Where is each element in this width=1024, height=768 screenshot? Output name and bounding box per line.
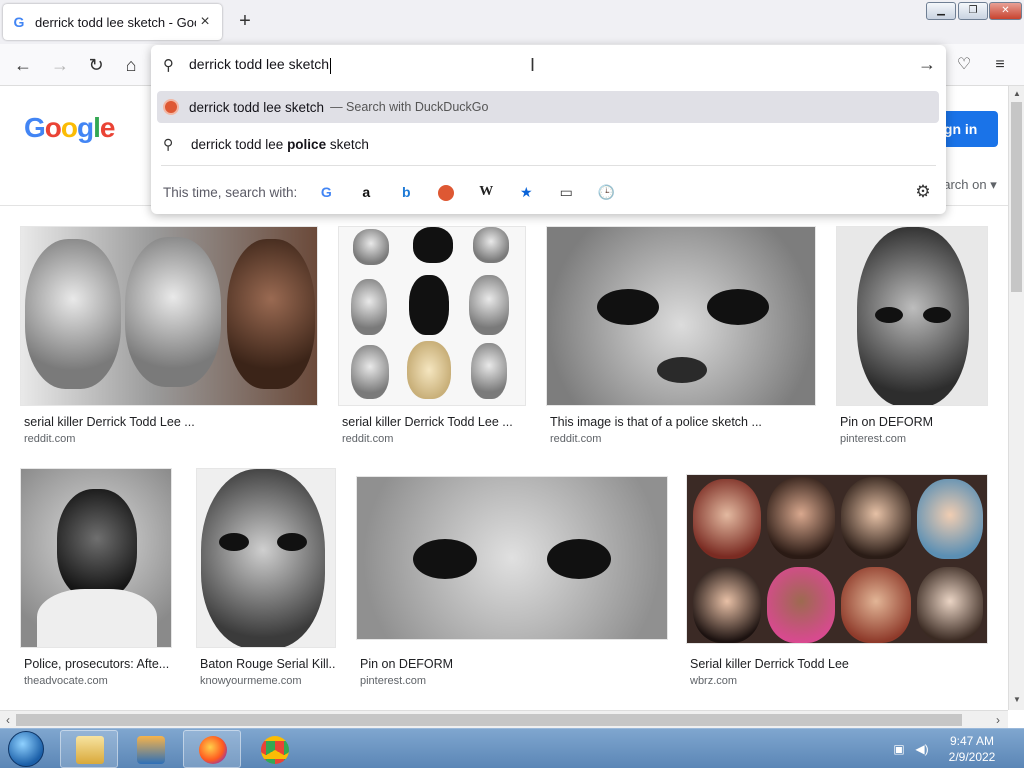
- horizontal-scrollbar[interactable]: ‹ ›: [0, 710, 1008, 728]
- result-source[interactable]: theadvocate.com: [24, 675, 108, 687]
- google-engine-icon[interactable]: G: [315, 181, 337, 203]
- taskbar-file-explorer[interactable]: [60, 730, 118, 768]
- media-player-icon: [137, 736, 165, 764]
- text-cursor-icon: I: [530, 55, 536, 75]
- search-icon: ⚲: [163, 135, 174, 152]
- result-source[interactable]: wbrz.com: [690, 675, 737, 687]
- result-thumbnail[interactable]: [356, 476, 668, 640]
- volume-icon[interactable]: ◀): [912, 729, 932, 768]
- suggestion-text: derrick todd lee sketch: [189, 99, 325, 115]
- result-thumbnail[interactable]: [196, 468, 336, 648]
- reload-button[interactable]: ↻: [83, 52, 109, 78]
- duckduckgo-engine-icon[interactable]: [435, 181, 457, 203]
- restore-button[interactable]: ❐: [958, 2, 988, 20]
- url-input-text: derrick todd lee sketch: [189, 56, 330, 73]
- result-source[interactable]: reddit.com: [24, 433, 75, 445]
- suggestion-duckduckgo[interactable]: derrick todd lee sketch — Search with Du…: [157, 91, 939, 123]
- pocket-icon[interactable]: ♡: [951, 52, 977, 78]
- minimize-button[interactable]: ▁: [926, 2, 956, 20]
- horizontal-scroll-thumb[interactable]: [16, 714, 962, 726]
- scroll-down-icon[interactable]: ▼: [1009, 692, 1024, 708]
- one-off-label: This time, search with:: [163, 184, 298, 200]
- tabs-icon[interactable]: ▭: [555, 181, 577, 203]
- image-result[interactable]: Pin on DEFORM pinterest.com: [836, 226, 988, 446]
- bing-engine-icon[interactable]: b: [395, 181, 417, 203]
- result-caption[interactable]: Pin on DEFORM: [360, 657, 668, 671]
- result-caption[interactable]: This image is that of a police sketch ..…: [550, 415, 812, 429]
- scroll-left-icon[interactable]: ‹: [0, 712, 16, 728]
- result-thumbnail[interactable]: [836, 226, 988, 406]
- one-off-search-bar: This time, search with: G a b W ★ ▭ 🕒: [163, 181, 635, 203]
- menu-icon[interactable]: ≡: [987, 52, 1013, 78]
- url-bar-dropdown: ⚲ derrick todd lee sketch I → derrick to…: [151, 45, 946, 214]
- vertical-scroll-thumb[interactable]: [1011, 102, 1022, 292]
- result-caption[interactable]: Police, prosecutors: Afte...: [24, 657, 172, 671]
- go-arrow-icon[interactable]: →: [918, 54, 936, 75]
- image-result[interactable]: This image is that of a police sketch ..…: [546, 226, 816, 446]
- result-caption[interactable]: serial killer Derrick Todd Lee ...: [342, 415, 522, 429]
- google-doodle-logo[interactable]: Google: [24, 112, 115, 144]
- bookmarks-icon[interactable]: ★: [515, 181, 537, 203]
- wikipedia-engine-icon[interactable]: W: [475, 181, 497, 203]
- back-button[interactable]: ←: [10, 52, 36, 78]
- image-result[interactable]: Pin on DEFORM pinterest.com: [356, 476, 668, 690]
- result-caption[interactable]: serial killer Derrick Todd Lee ...: [24, 415, 314, 429]
- result-source[interactable]: knowyourmeme.com: [200, 675, 301, 687]
- tab-strip: G derrick todd lee sketch - Google × + ▁…: [0, 0, 1024, 44]
- tab-close-icon[interactable]: ×: [196, 13, 214, 31]
- taskbar-media-player[interactable]: [121, 730, 179, 768]
- result-thumbnail[interactable]: [546, 226, 816, 406]
- image-result[interactable]: Police, prosecutors: Afte... theadvocate…: [20, 468, 172, 690]
- start-button[interactable]: [4, 729, 48, 768]
- network-icon[interactable]: ▣: [890, 729, 908, 768]
- image-result[interactable]: serial killer Derrick Todd Lee ... reddi…: [20, 226, 318, 446]
- taskbar-firefox[interactable]: [183, 730, 241, 768]
- taskbar-chrome[interactable]: [245, 730, 303, 768]
- scroll-right-icon[interactable]: ›: [990, 712, 1006, 728]
- suggestion-police-sketch[interactable]: ⚲ derrick todd lee police sketch: [157, 128, 939, 160]
- history-icon[interactable]: 🕒: [595, 181, 617, 203]
- suggestion-text-before: derrick todd lee: [191, 136, 288, 152]
- image-result[interactable]: serial killer Derrick Todd Lee ... reddi…: [338, 226, 526, 446]
- result-thumbnail[interactable]: [338, 226, 526, 406]
- new-tab-button[interactable]: +: [234, 11, 256, 33]
- firefox-icon: [199, 736, 227, 764]
- result-thumbnail[interactable]: [686, 474, 988, 644]
- result-caption[interactable]: Baton Rouge Serial Kill...: [200, 657, 336, 671]
- window-close-button[interactable]: ✕: [989, 2, 1022, 20]
- result-source[interactable]: reddit.com: [342, 433, 393, 445]
- amazon-engine-icon[interactable]: a: [355, 181, 377, 203]
- suggestion-text-bold: police: [287, 136, 327, 152]
- result-source[interactable]: pinterest.com: [360, 675, 426, 687]
- folder-icon: [76, 736, 104, 764]
- google-favicon-icon: G: [13, 14, 25, 30]
- clock-time: 9:47 AM: [949, 734, 995, 748]
- taskbar: ▣ ◀) 9:47 AM 2/9/2022: [0, 728, 1024, 768]
- search-icon: ⚲: [163, 57, 174, 74]
- url-input[interactable]: ⚲ derrick todd lee sketch I →: [151, 45, 946, 85]
- tab-title: derrick todd lee sketch - Google: [35, 14, 196, 30]
- chrome-icon: [261, 736, 289, 764]
- system-clock[interactable]: 9:47 AM 2/9/2022: [940, 733, 1004, 765]
- scroll-up-icon[interactable]: ▲: [1009, 86, 1024, 102]
- forward-button[interactable]: →: [47, 52, 73, 78]
- image-result[interactable]: Baton Rouge Serial Kill... knowyourmeme.…: [196, 468, 336, 690]
- image-result[interactable]: Serial killer Derrick Todd Lee wbrz.com: [686, 474, 988, 690]
- duckduckgo-icon: [163, 99, 179, 115]
- suggestion-divider: [161, 165, 936, 166]
- vertical-scrollbar[interactable]: ▲ ▼: [1008, 86, 1024, 710]
- search-settings-gear-icon[interactable]: ⚙: [912, 181, 934, 203]
- home-button[interactable]: ⌂: [118, 52, 144, 78]
- result-caption[interactable]: Pin on DEFORM: [840, 415, 988, 429]
- result-source[interactable]: reddit.com: [550, 433, 601, 445]
- clock-date: 2/9/2022: [948, 750, 996, 764]
- tab-google-search[interactable]: G derrick todd lee sketch - Google ×: [3, 4, 222, 40]
- suggestion-engine-hint: — Search with DuckDuckGo: [330, 100, 489, 114]
- result-thumbnail[interactable]: [20, 468, 172, 648]
- result-caption[interactable]: Serial killer Derrick Todd Lee: [690, 657, 988, 671]
- result-source[interactable]: pinterest.com: [840, 433, 906, 445]
- windows-logo-icon: [8, 731, 44, 767]
- suggestion-text-after: sketch: [326, 136, 369, 152]
- result-thumbnail[interactable]: [20, 226, 318, 406]
